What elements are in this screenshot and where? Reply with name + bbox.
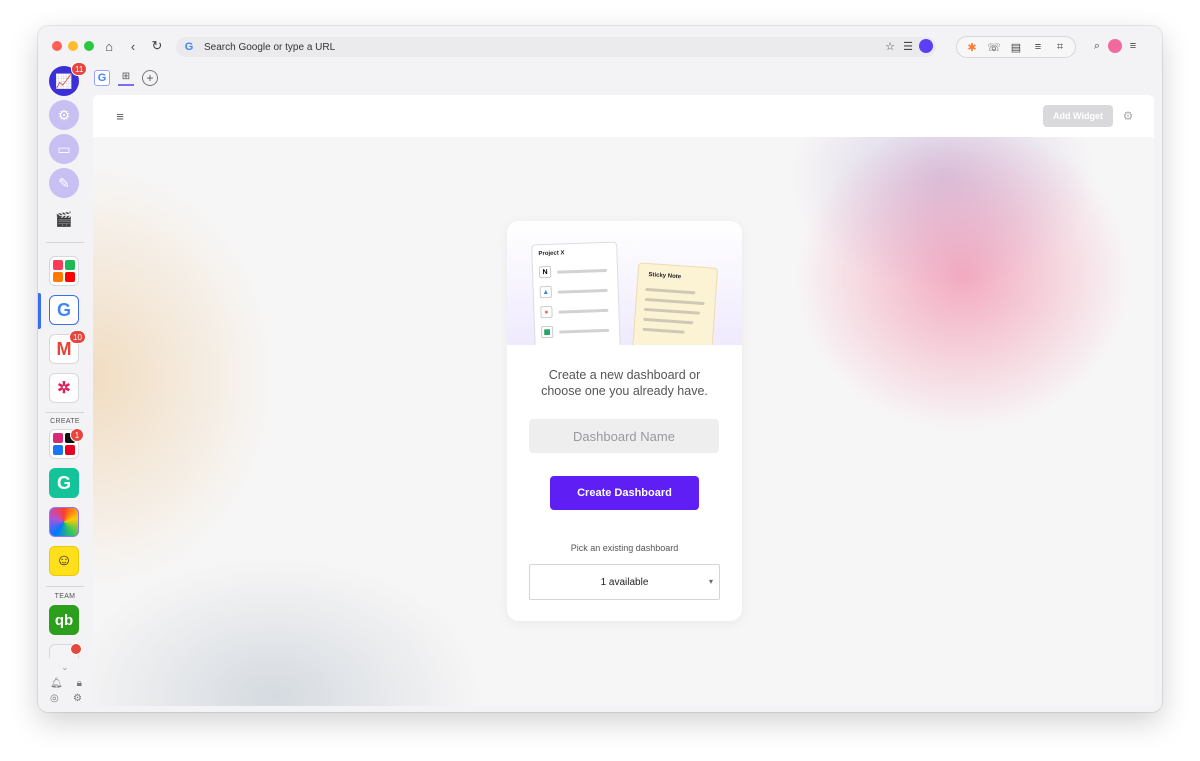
dashboard-illustration: Project X N ▲ ● ▦ Sticky Note (507, 221, 742, 345)
puzzle-icon[interactable]: ⌗ (1051, 38, 1069, 56)
project-row: N (538, 263, 613, 280)
hamburger-icon[interactable]: ≡ (113, 109, 127, 124)
sheets-icon: ▦ (540, 325, 554, 339)
section-create-label: CREATE (50, 418, 80, 425)
slack-icon[interactable]: ✲ (49, 373, 79, 403)
maximize-window-button[interactable] (84, 41, 94, 51)
project-row: ● (540, 303, 614, 320)
analytics-extension-icon[interactable] (917, 37, 935, 55)
gear-icon[interactable]: ⚙ (1121, 109, 1135, 123)
phone-icon[interactable]: ☏ (985, 38, 1003, 56)
active-indicator (38, 293, 41, 329)
chevron-down-icon: ▾ (708, 577, 713, 586)
quickbooks-icon[interactable]: qb (49, 605, 79, 635)
brush-icon[interactable]: ✎ (49, 168, 79, 198)
extensions-group: ✱ ☏ ▤ ≡ ⌗ (956, 36, 1076, 58)
mailchimp-icon[interactable]: ☺ (49, 546, 79, 576)
create-dashboard-button[interactable]: Create Dashboard (550, 476, 699, 510)
titlebar: ⌂ ‹ ↻ G Search Google or type a URL ☆ ☰ … (38, 26, 1162, 66)
google-icon: G (184, 41, 194, 53)
back-icon[interactable]: ‹ (124, 37, 142, 55)
star-icon[interactable]: ☆ (881, 37, 899, 55)
drive-icon: ▲ (539, 285, 552, 299)
select-value: 1 available (600, 576, 649, 588)
tab-dashboard[interactable]: ⊞ (118, 70, 134, 86)
more-apps-badge (70, 643, 82, 655)
sidebar-divider (46, 586, 84, 587)
sidebar: 📈 11 ⚙ ▭ ✎ 🎬 G M 10 ✲ CREATE 1 G ☺ TEAM … (38, 62, 92, 712)
asana-icon: ● (540, 305, 553, 319)
browser-window: ⌂ ‹ ↻ G Search Google or type a URL ☆ ☰ … (38, 26, 1162, 712)
notion-icon: N (538, 265, 552, 279)
reload-icon[interactable]: ↻ (148, 37, 166, 55)
compass-icon[interactable]: ◎ (50, 693, 59, 704)
lock-icon[interactable]: 🔒︎ (77, 678, 82, 689)
dashboard-prompt: Create a new dashboard or choose one you… (541, 368, 708, 398)
search-icon[interactable]: ⌕ (1088, 37, 1106, 55)
traffic-lights (52, 41, 94, 51)
media-apps-icon[interactable] (49, 256, 79, 286)
sticky-note: Sticky Note (631, 262, 719, 345)
toolbar-right: ⌕ ≡ (1088, 36, 1142, 56)
social-badge: 1 (70, 428, 84, 442)
hubspot-icon[interactable]: ✱ (963, 38, 981, 56)
google-app-icon[interactable]: G (49, 295, 79, 325)
stack-icon[interactable]: ☰ (899, 37, 917, 55)
address-bar[interactable]: G Search Google or type a URL (176, 37, 936, 57)
address-actions: ☆ ☰ (881, 36, 935, 56)
tab-google[interactable]: G (94, 70, 110, 86)
sidebar-bottom-row-2: ◎ ⚙ (50, 693, 82, 704)
color-wheel-icon[interactable] (49, 507, 79, 537)
section-team-label: TEAM (54, 593, 76, 600)
project-row: ▦ (540, 323, 615, 340)
sidebar-divider (46, 242, 84, 243)
profile-avatar[interactable] (1106, 37, 1124, 55)
close-window-button[interactable] (52, 41, 62, 51)
minimize-window-button[interactable] (68, 41, 78, 51)
database-icon[interactable]: ≡ (1029, 38, 1047, 56)
tab-strip: G ⊞ + (94, 66, 158, 90)
dashboard-card: Project X N ▲ ● ▦ Sticky Note Create a n… (507, 221, 742, 621)
grammarly-icon[interactable]: G (49, 468, 79, 498)
cards-icon[interactable]: ▭ (49, 134, 79, 164)
menu-icon[interactable]: ≡ (1124, 37, 1142, 55)
gmail-badge: 10 (69, 330, 86, 344)
content-header: ≡ Add Widget ⚙ (93, 95, 1154, 137)
project-title: Project X (538, 250, 565, 258)
address-bar-placeholder: Search Google or type a URL (204, 41, 336, 53)
project-row: ▲ (539, 283, 614, 300)
home-icon[interactable]: ⌂ (100, 37, 118, 55)
notes-icon[interactable]: ▤ (1007, 38, 1025, 56)
new-tab-button[interactable]: + (142, 70, 158, 86)
existing-dashboard-select[interactable]: 1 available ▾ (529, 564, 720, 600)
clapper-icon[interactable]: 🎬 (49, 204, 79, 234)
sticky-title: Sticky Note (648, 272, 682, 281)
analytics-badge: 11 (71, 62, 88, 76)
sidebar-bottom-row-1: 🔔︎ 🔒︎ (50, 678, 82, 689)
gear-workflow-icon[interactable]: ⚙ (49, 100, 79, 130)
dashboard-name-input[interactable] (529, 419, 719, 453)
chevron-down-icon[interactable]: ⌄ (38, 662, 92, 673)
bell-icon[interactable]: 🔔︎ (50, 678, 63, 689)
dashboard-content: ≡ Add Widget ⚙ Project X N ▲ ● ▦ Sticky … (93, 95, 1154, 706)
project-paper: Project X N ▲ ● ▦ (531, 241, 621, 345)
settings-icon[interactable]: ⚙ (73, 693, 82, 704)
pick-dashboard-label: Pick an existing dashboard (570, 543, 679, 553)
sidebar-divider (46, 412, 84, 413)
add-widget-button[interactable]: Add Widget (1043, 105, 1113, 127)
